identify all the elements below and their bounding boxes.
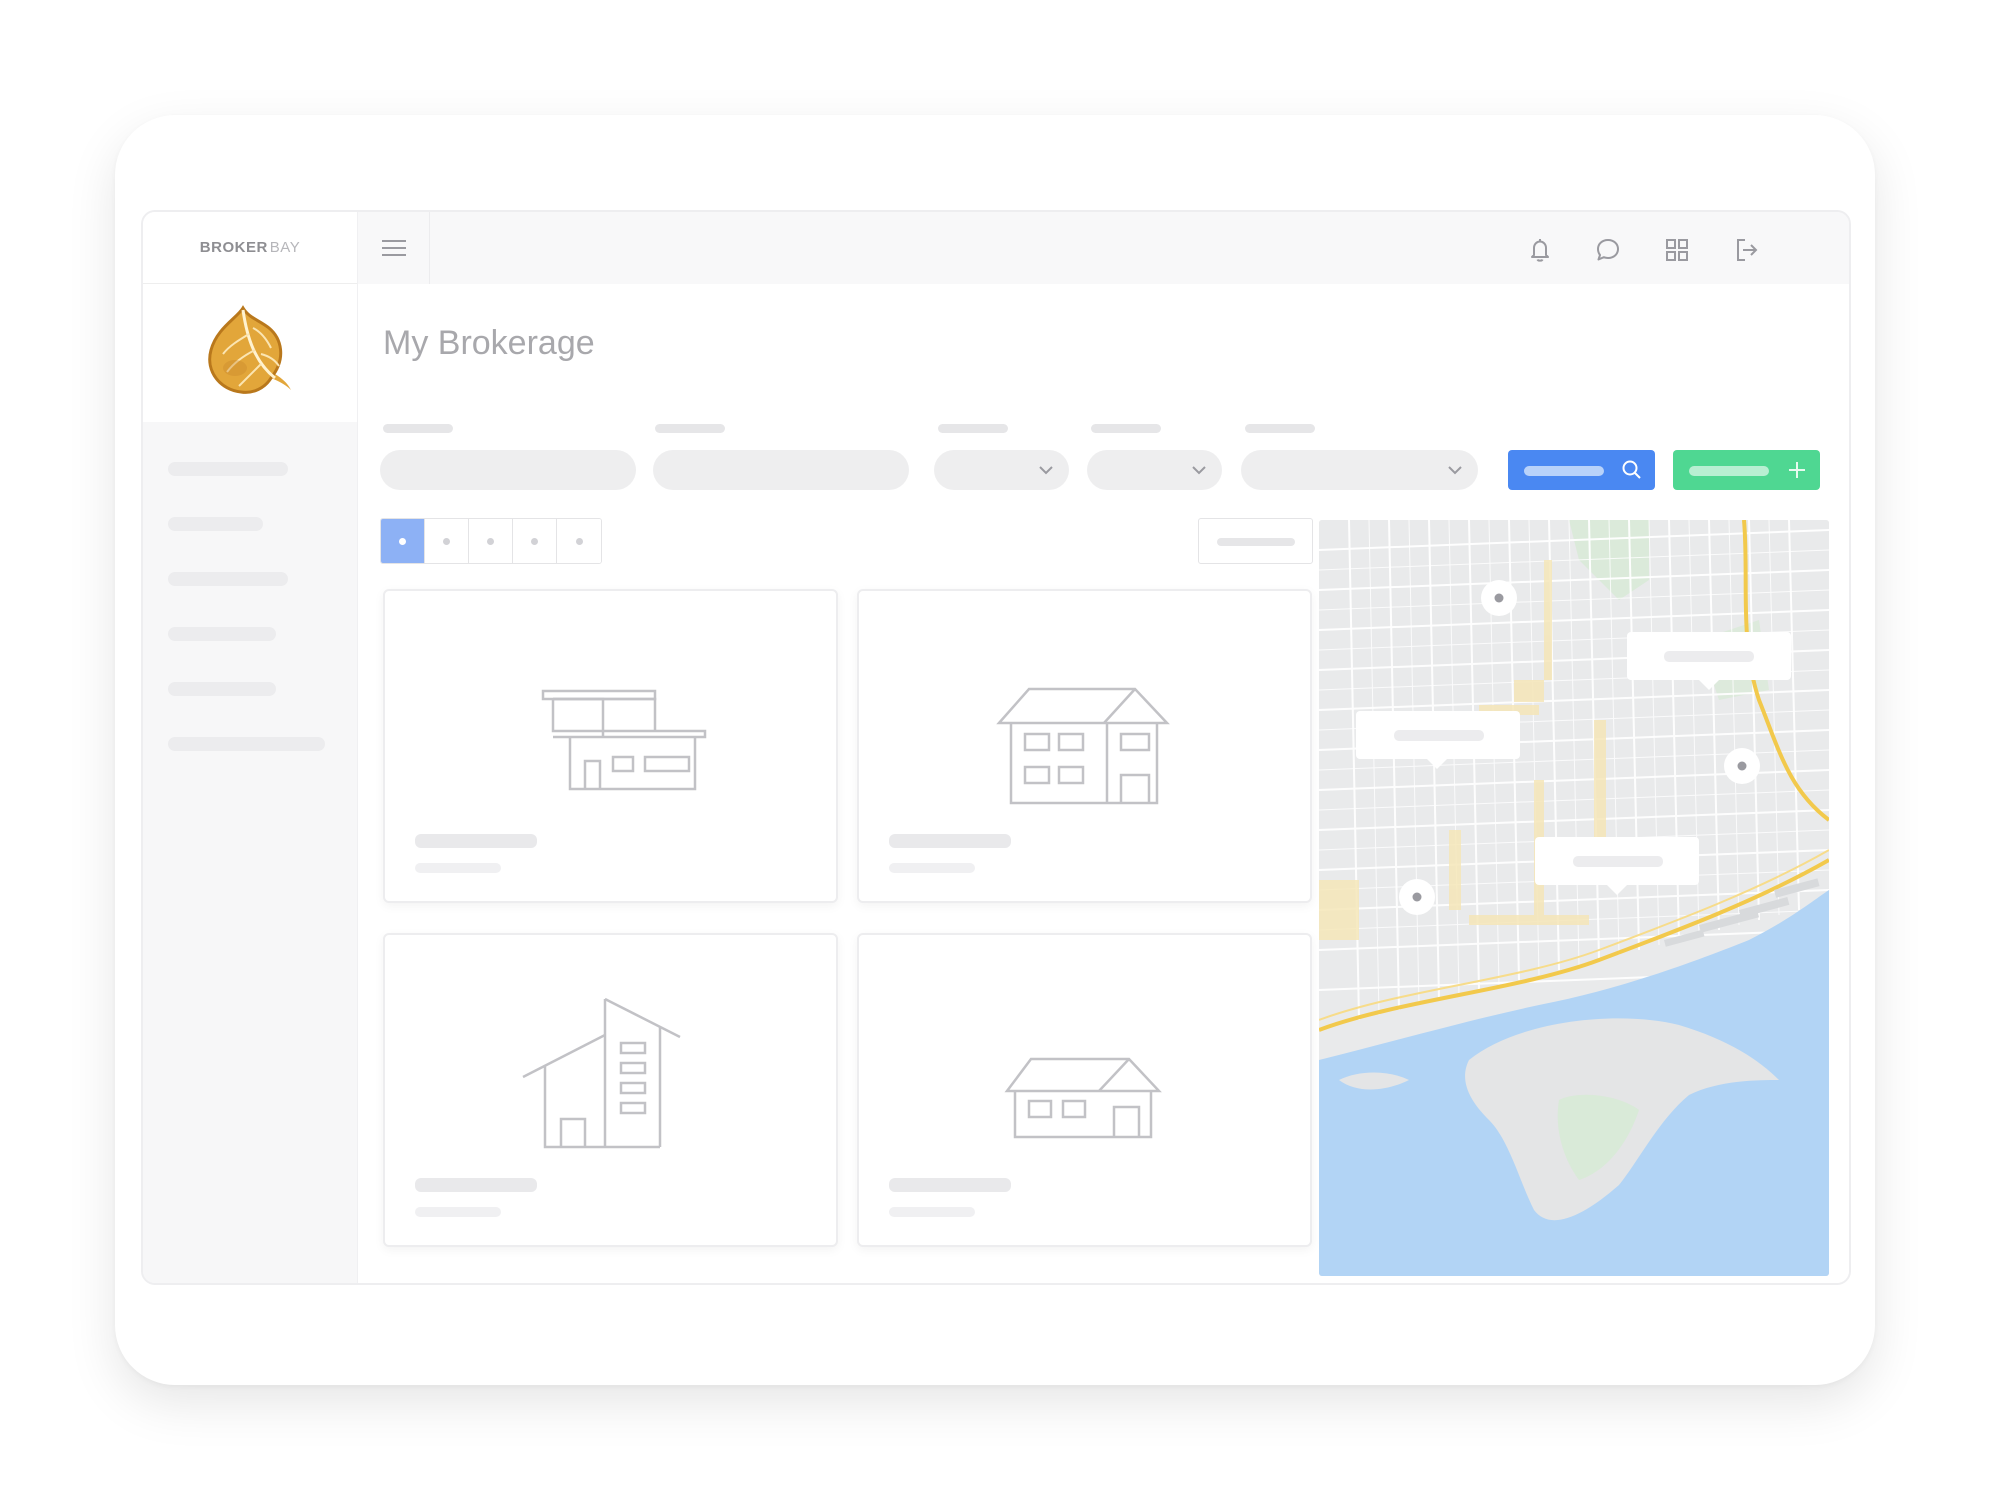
sidebar-item[interactable] <box>168 572 288 586</box>
button-label-placeholder <box>1689 466 1769 476</box>
filter-label <box>938 424 1008 433</box>
add-listing-button[interactable] <box>1673 450 1820 490</box>
page-button[interactable] <box>469 519 513 563</box>
filter-label <box>383 424 453 433</box>
filter-label <box>1245 424 1315 433</box>
sort-button[interactable] <box>1198 518 1313 564</box>
listing-subtitle-placeholder <box>415 863 501 873</box>
listing-card[interactable] <box>383 589 838 903</box>
main-content: My Brokerage <box>358 284 1849 1283</box>
listing-title-placeholder <box>415 834 537 848</box>
leaf-logo-icon <box>208 305 291 394</box>
brand-logo-text: BROKER BAY <box>199 239 301 256</box>
sidebar-item[interactable] <box>168 737 325 751</box>
listing-card[interactable] <box>857 933 1312 1247</box>
modern-house-icon <box>541 689 707 791</box>
apartment-building-icon <box>522 997 681 1149</box>
filter-label <box>655 424 725 433</box>
filter-dropdown[interactable] <box>934 450 1069 490</box>
map-view[interactable] <box>1319 520 1829 1276</box>
map-marker-icon[interactable] <box>1481 580 1517 616</box>
search-icon <box>1622 460 1641 479</box>
filter-dropdown[interactable] <box>1087 450 1222 490</box>
page-title: My Brokerage <box>383 324 595 362</box>
listing-title-placeholder <box>889 834 1011 848</box>
map-marker-icon[interactable] <box>1399 879 1435 915</box>
listing-subtitle-placeholder <box>889 1207 975 1217</box>
filter-dropdown[interactable] <box>1241 450 1478 490</box>
sidebar: BROKER BAY <box>143 212 358 1283</box>
menu-toggle-button[interactable] <box>358 212 430 284</box>
button-label-placeholder <box>1524 466 1604 476</box>
bungalow-icon <box>1004 1057 1162 1139</box>
logout-icon[interactable] <box>1732 236 1760 264</box>
filter-label <box>1091 424 1161 433</box>
listing-subtitle-placeholder <box>415 1207 501 1217</box>
grid-icon[interactable] <box>1663 236 1691 264</box>
two-story-house-icon <box>996 687 1170 805</box>
page-button[interactable] <box>425 519 469 563</box>
map-canvas[interactable] <box>1319 520 1829 1276</box>
filter-input[interactable] <box>380 450 636 490</box>
sidebar-item[interactable] <box>168 682 276 696</box>
listing-subtitle-placeholder <box>889 863 975 873</box>
company-logo <box>143 284 357 422</box>
filter-input[interactable] <box>653 450 909 490</box>
listing-title-placeholder <box>889 1178 1011 1192</box>
bell-icon[interactable] <box>1526 236 1554 264</box>
top-bar <box>358 212 1849 284</box>
listing-card[interactable] <box>383 933 838 1247</box>
listing-card[interactable] <box>857 589 1312 903</box>
page-button[interactable] <box>381 519 425 563</box>
app-window: BROKER BAY My Brokerage <box>141 210 1851 1285</box>
sidebar-item[interactable] <box>168 517 263 531</box>
page-button[interactable] <box>513 519 557 563</box>
chevron-down-icon <box>1448 466 1462 475</box>
sidebar-item[interactable] <box>168 627 276 641</box>
page-button[interactable] <box>557 519 601 563</box>
plus-icon <box>1789 462 1805 478</box>
chevron-down-icon <box>1039 466 1053 475</box>
listing-title-placeholder <box>415 1178 537 1192</box>
chat-icon[interactable] <box>1594 236 1622 264</box>
sidebar-nav <box>143 422 357 751</box>
search-button[interactable] <box>1508 450 1655 490</box>
view-switcher <box>380 518 602 564</box>
brand-header[interactable]: BROKER BAY <box>143 212 357 284</box>
sidebar-item[interactable] <box>168 462 288 476</box>
hamburger-icon <box>381 240 406 256</box>
chevron-down-icon <box>1192 466 1206 475</box>
map-marker-icon[interactable] <box>1724 748 1760 784</box>
